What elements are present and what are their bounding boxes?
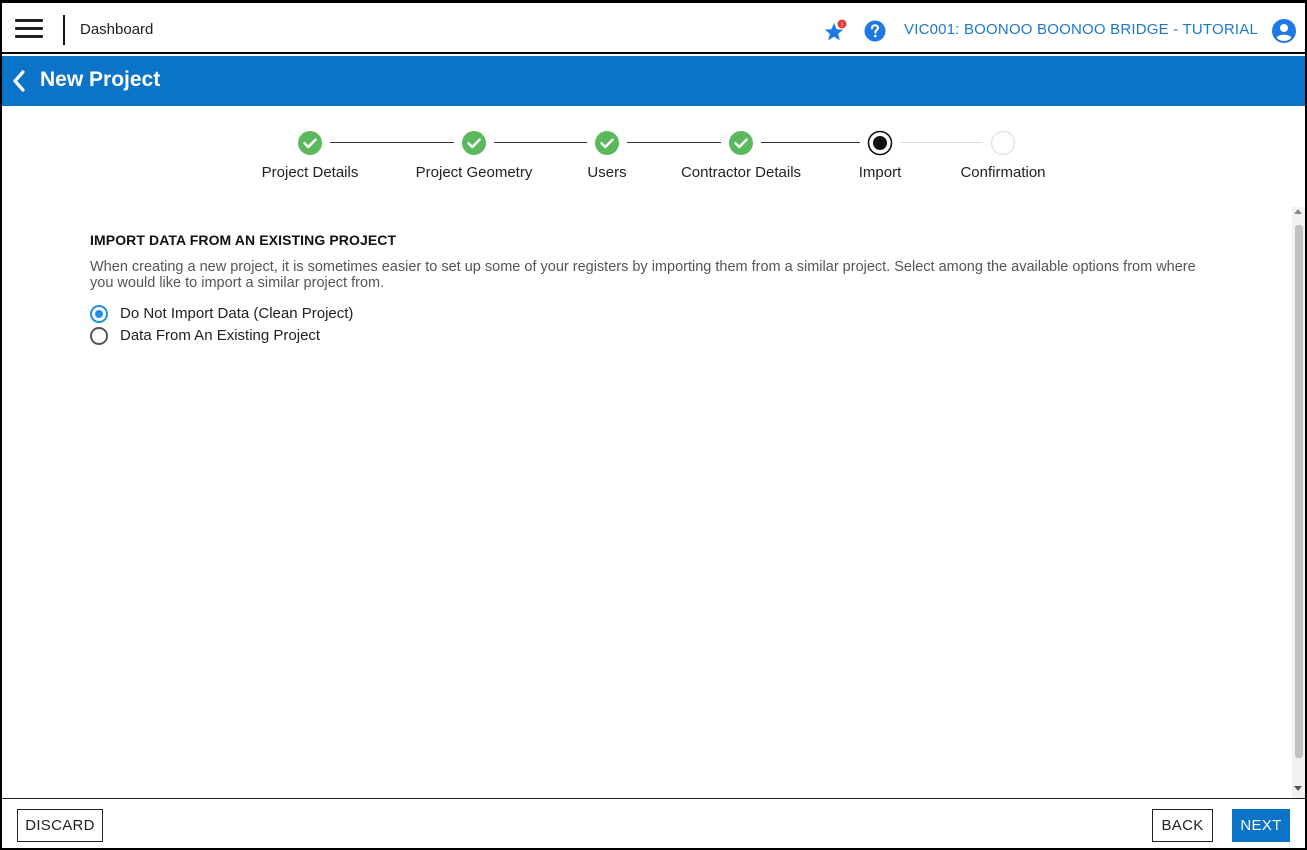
step-complete-check-icon: [462, 131, 486, 155]
back-chevron-icon[interactable]: [8, 68, 30, 94]
step-label-contractor-details[interactable]: Contractor Details: [681, 164, 801, 181]
back-button[interactable]: BACK: [1152, 809, 1213, 842]
step-complete-check-icon: [729, 131, 753, 155]
footer-bar: DISCARD BACK NEXT: [2, 798, 1305, 848]
radio-label[interactable]: Data From An Existing Project: [120, 327, 320, 344]
menu-icon[interactable]: [15, 19, 43, 39]
radio-button-unchecked[interactable]: [90, 327, 108, 345]
top-bar: Dashboard ! VIC001: BOONOO BOONOO BRIDGE…: [2, 3, 1305, 54]
step-label-import[interactable]: Import: [859, 164, 902, 181]
favorite-star-icon[interactable]: !: [823, 19, 847, 43]
dashboard-link[interactable]: Dashboard: [80, 21, 153, 38]
radio-button-checked[interactable]: [90, 305, 108, 323]
radio-label[interactable]: Do Not Import Data (Clean Project): [120, 305, 353, 322]
help-icon[interactable]: [863, 19, 887, 43]
scrollbar-thumb[interactable]: [1295, 225, 1303, 758]
step-connector: [900, 142, 983, 143]
import-section-description: When creating a new project, it is somet…: [90, 259, 1196, 291]
next-button[interactable]: NEXT: [1232, 809, 1290, 842]
notification-badge: !: [841, 21, 844, 29]
step-complete-check-icon: [595, 131, 619, 155]
step-pending-icon: [990, 130, 1016, 156]
page-title: New Project: [40, 68, 161, 91]
divider: [63, 15, 65, 45]
step-label-project-geometry[interactable]: Project Geometry: [416, 164, 533, 181]
step-connector: [761, 142, 860, 143]
import-section-title: IMPORT DATA FROM AN EXISTING PROJECT: [90, 232, 397, 248]
current-project-name[interactable]: VIC001: BOONOO BOONOO BRIDGE - TUTORIAL: [904, 21, 1258, 38]
step-connector: [330, 142, 454, 143]
app-frame: [0, 0, 1307, 850]
step-label-project-details[interactable]: Project Details: [262, 164, 359, 181]
account-icon[interactable]: [1271, 18, 1297, 44]
discard-button[interactable]: DISCARD: [17, 809, 103, 842]
scroll-down-arrow-icon[interactable]: [1294, 786, 1302, 791]
step-complete-check-icon: [298, 131, 322, 155]
step-connector: [627, 142, 721, 143]
step-active-icon: [867, 130, 893, 156]
page-header: New Project: [2, 56, 1305, 106]
step-connector: [494, 142, 587, 143]
step-label-users[interactable]: Users: [587, 164, 626, 181]
step-label-confirmation[interactable]: Confirmation: [960, 164, 1045, 181]
scroll-up-arrow-icon[interactable]: [1294, 209, 1302, 214]
